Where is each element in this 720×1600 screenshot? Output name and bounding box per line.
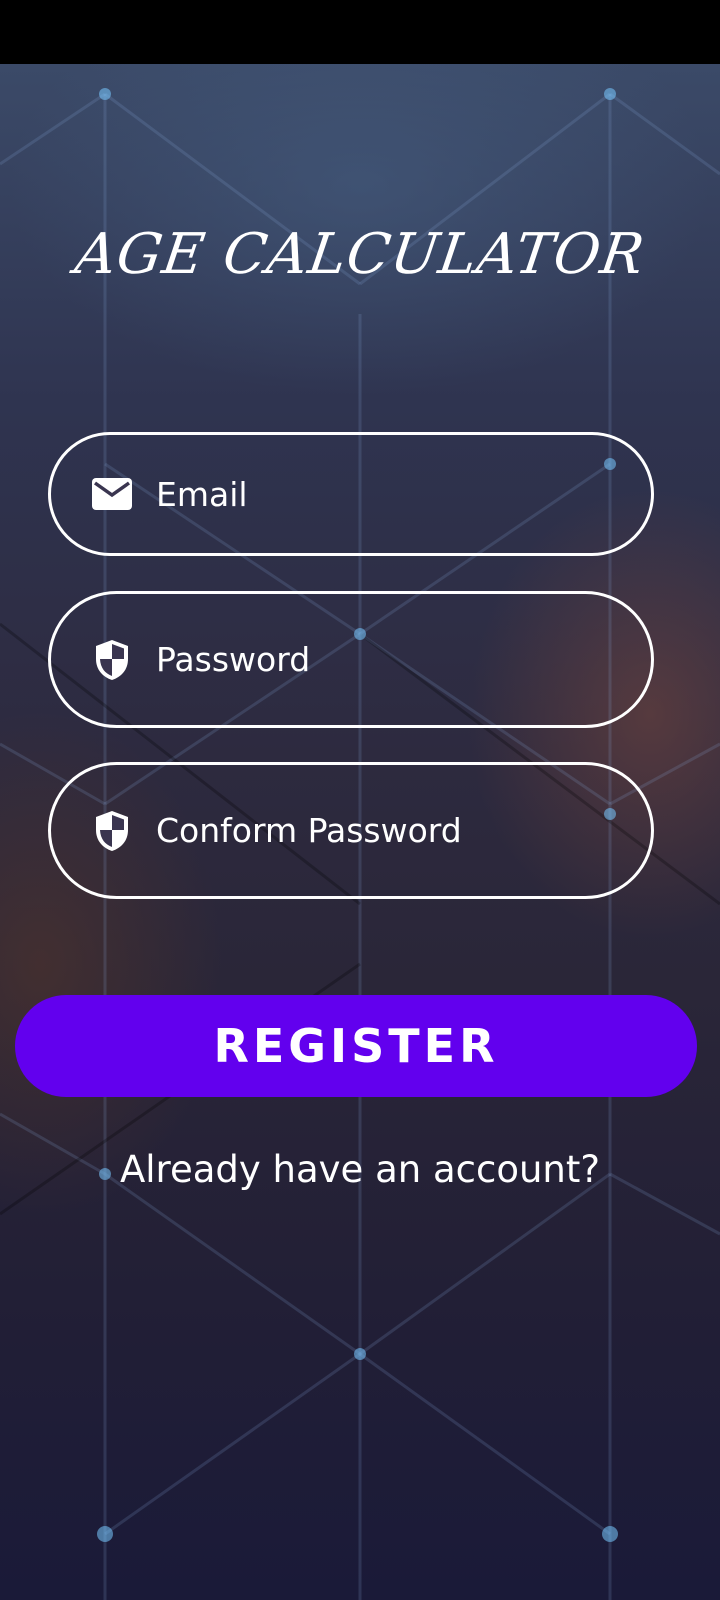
password-input[interactable] xyxy=(156,594,621,725)
register-button[interactable]: REGISTER xyxy=(15,995,697,1097)
email-field[interactable] xyxy=(48,432,654,556)
mail-icon xyxy=(91,473,133,515)
confirm-password-input[interactable] xyxy=(156,765,621,896)
confirm-password-field[interactable] xyxy=(48,762,654,899)
login-link[interactable]: Already have an account? xyxy=(0,1148,720,1191)
email-input[interactable] xyxy=(156,435,621,553)
shield-icon xyxy=(91,810,133,852)
status-bar xyxy=(0,0,720,64)
app-title: AGE CALCULATOR xyxy=(71,222,649,287)
shield-icon xyxy=(91,639,133,681)
password-field[interactable] xyxy=(48,591,654,728)
